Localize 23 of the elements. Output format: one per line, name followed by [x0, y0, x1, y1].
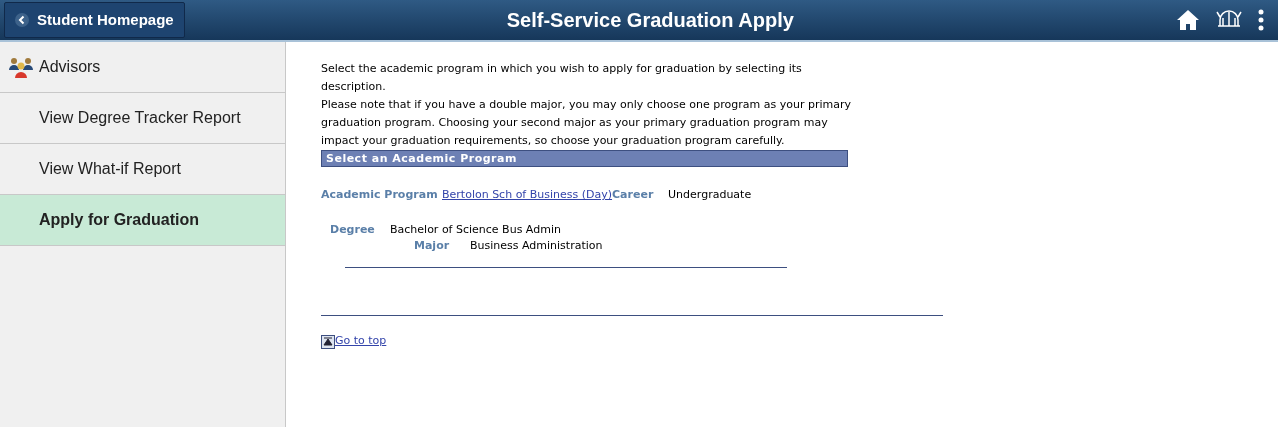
field-label: Career — [612, 187, 655, 203]
program-link[interactable]: Bertolon Sch of Business (Day) — [442, 187, 613, 204]
field-label: Major — [414, 238, 451, 254]
go-to-top-icon[interactable] — [321, 335, 335, 349]
sidebar-item[interactable]: Apply for Graduation — [0, 195, 285, 246]
page-title: Self-Service Graduation Apply — [506, 8, 794, 33]
field-label: Degree — [330, 221, 376, 238]
instruction-text: Please note that if you have a double major, you may only choose one program as your primary graduation program. Choosing your second major as your primary graduation program may impact your graduation requirements, so choose your graduation program carefully. — [321, 97, 852, 149]
back-button[interactable]: Student Homepage — [4, 2, 185, 38]
field-value: Business Administration — [470, 238, 603, 254]
go-to-top-link[interactable]: Go to top — [335, 332, 387, 349]
back-icon — [15, 13, 29, 27]
instruction-text: Select the academic program in which you wish to apply for graduation by selecting its description. — [321, 61, 803, 95]
sidebar-heading[interactable]: Advisors — [0, 42, 285, 93]
field-label: Academic Program — [321, 187, 439, 203]
section-header: Select an Academic Program — [321, 150, 848, 167]
more-icon[interactable] — [1258, 9, 1264, 31]
people-icon — [9, 56, 33, 78]
sidebar-item[interactable]: View Degree Tracker Report — [0, 93, 285, 144]
field-value: Undergraduate — [668, 187, 752, 203]
home-icon[interactable] — [1176, 9, 1200, 31]
field-value: Bachelor of Science Bus Admin — [390, 221, 561, 238]
helmet-icon[interactable] — [1216, 10, 1242, 30]
